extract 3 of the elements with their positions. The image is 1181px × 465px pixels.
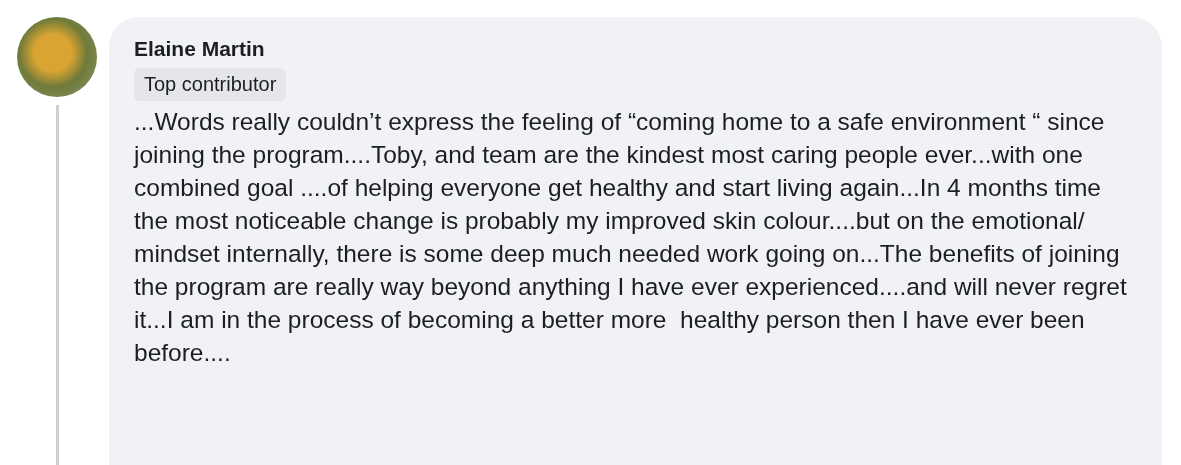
comment-text: ...Words really couldn’t express the feeling of “coming home to a safe environment “ since joining the program....Toby, and team are the kindest most caring people ever...with one combined goal ....of helping everyone get healthy and start living again...In 4 months time the most noticeable change is probably my improved skin colour....but on the emotional/ mindset internally, there is some deep much needed work going on...The benefits of joining the program are really way beyond anything I have ever experienced....and will never regret it...I am in the process of becoming a better more healthy person then I have ever been before.... xyxy=(134,107,1128,368)
author-name[interactable]: Elaine Martin xyxy=(134,35,265,63)
contributor-badge: Top contributor xyxy=(134,68,287,101)
